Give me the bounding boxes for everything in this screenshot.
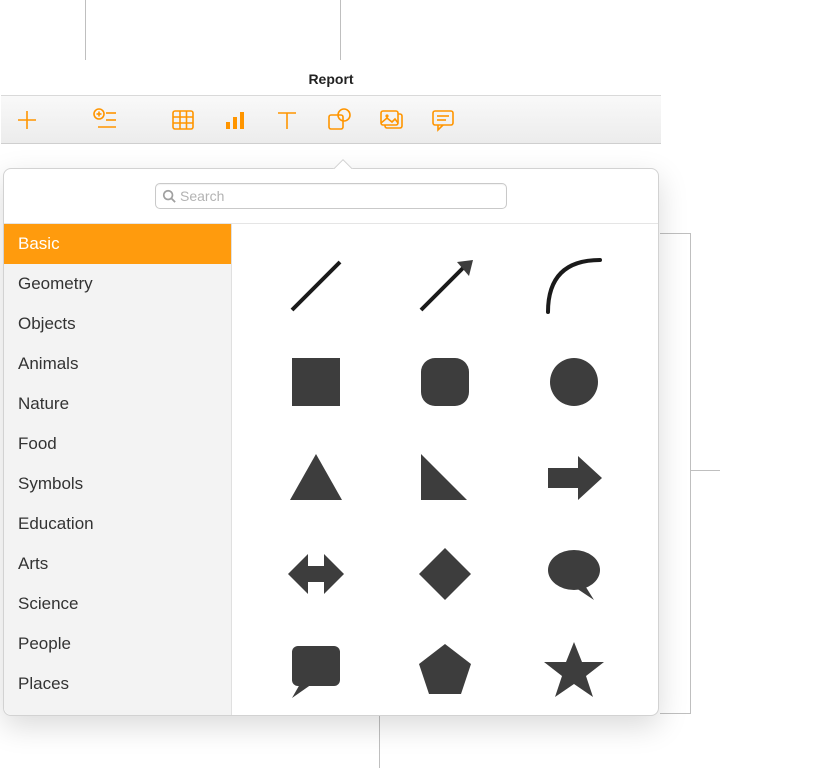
popover-arrow <box>333 159 353 169</box>
category-item-activities[interactable]: Activities <box>4 704 231 715</box>
table-button[interactable] <box>163 100 203 140</box>
category-item-objects[interactable]: Objects <box>4 304 231 344</box>
arrow-right-icon <box>538 442 610 514</box>
text-button[interactable] <box>267 100 307 140</box>
add-button[interactable] <box>7 100 47 140</box>
category-item-nature[interactable]: Nature <box>4 384 231 424</box>
comment-icon <box>428 105 458 135</box>
category-item-places[interactable]: Places <box>4 664 231 704</box>
text-icon <box>272 105 302 135</box>
category-item-symbols[interactable]: Symbols <box>4 464 231 504</box>
window-title: Report <box>1 62 661 96</box>
media-button[interactable] <box>371 100 411 140</box>
diamond-icon <box>409 538 481 610</box>
category-item-geometry[interactable]: Geometry <box>4 264 231 304</box>
shape-star[interactable] <box>509 622 638 715</box>
callout-line <box>85 0 86 60</box>
shape-icon <box>324 105 354 135</box>
category-item-animals[interactable]: Animals <box>4 344 231 384</box>
shapes-popover: BasicGeometryObjectsAnimalsNatureFoodSym… <box>3 168 659 716</box>
triangle-icon <box>280 442 352 514</box>
callout-line <box>690 470 720 471</box>
callout-line <box>379 715 380 768</box>
circle-icon <box>538 346 610 418</box>
shape-callout-rect[interactable] <box>252 622 381 715</box>
search-input[interactable] <box>180 188 500 204</box>
square-icon <box>280 346 352 418</box>
plus-icon <box>12 105 42 135</box>
toolbar <box>1 96 661 144</box>
search-field[interactable] <box>155 183 507 209</box>
callout-rect-icon <box>280 634 352 706</box>
shape-button[interactable] <box>319 100 359 140</box>
category-item-arts[interactable]: Arts <box>4 544 231 584</box>
right-triangle-icon <box>409 442 481 514</box>
speech-bubble-icon <box>538 538 610 610</box>
callout-line <box>660 233 690 234</box>
arrow-left-right-icon <box>280 538 352 610</box>
media-icon <box>376 105 406 135</box>
shape-curve[interactable] <box>509 238 638 334</box>
category-item-science[interactable]: Science <box>4 584 231 624</box>
search-icon <box>162 189 176 203</box>
arrow-icon <box>409 250 481 322</box>
line-icon <box>280 250 352 322</box>
callout-line <box>660 713 690 714</box>
comment-button[interactable] <box>423 100 463 140</box>
category-item-people[interactable]: People <box>4 624 231 664</box>
shapes-grid <box>232 224 658 715</box>
star-icon <box>538 634 610 706</box>
category-item-basic[interactable]: Basic <box>4 224 231 264</box>
curve-icon <box>538 250 610 322</box>
category-list: BasicGeometryObjectsAnimalsNatureFoodSym… <box>4 224 232 715</box>
shape-circle[interactable] <box>509 334 638 430</box>
plus-list-icon <box>90 105 120 135</box>
category-item-food[interactable]: Food <box>4 424 231 464</box>
shape-arrow-left-right[interactable] <box>252 526 381 622</box>
rounded-square-icon <box>409 346 481 418</box>
shape-square[interactable] <box>252 334 381 430</box>
table-icon <box>168 105 198 135</box>
shape-arrow[interactable] <box>381 238 510 334</box>
shape-right-triangle[interactable] <box>381 430 510 526</box>
shape-speech-bubble[interactable] <box>509 526 638 622</box>
callout-line <box>690 233 691 714</box>
chart-button[interactable] <box>215 100 255 140</box>
pentagon-icon <box>409 634 481 706</box>
shape-line[interactable] <box>252 238 381 334</box>
shape-rounded-square[interactable] <box>381 334 510 430</box>
shape-arrow-right[interactable] <box>509 430 638 526</box>
list-button[interactable] <box>85 100 125 140</box>
shape-diamond[interactable] <box>381 526 510 622</box>
callout-line <box>340 0 341 60</box>
chart-icon <box>220 105 250 135</box>
shape-pentagon[interactable] <box>381 622 510 715</box>
category-item-education[interactable]: Education <box>4 504 231 544</box>
shape-triangle[interactable] <box>252 430 381 526</box>
